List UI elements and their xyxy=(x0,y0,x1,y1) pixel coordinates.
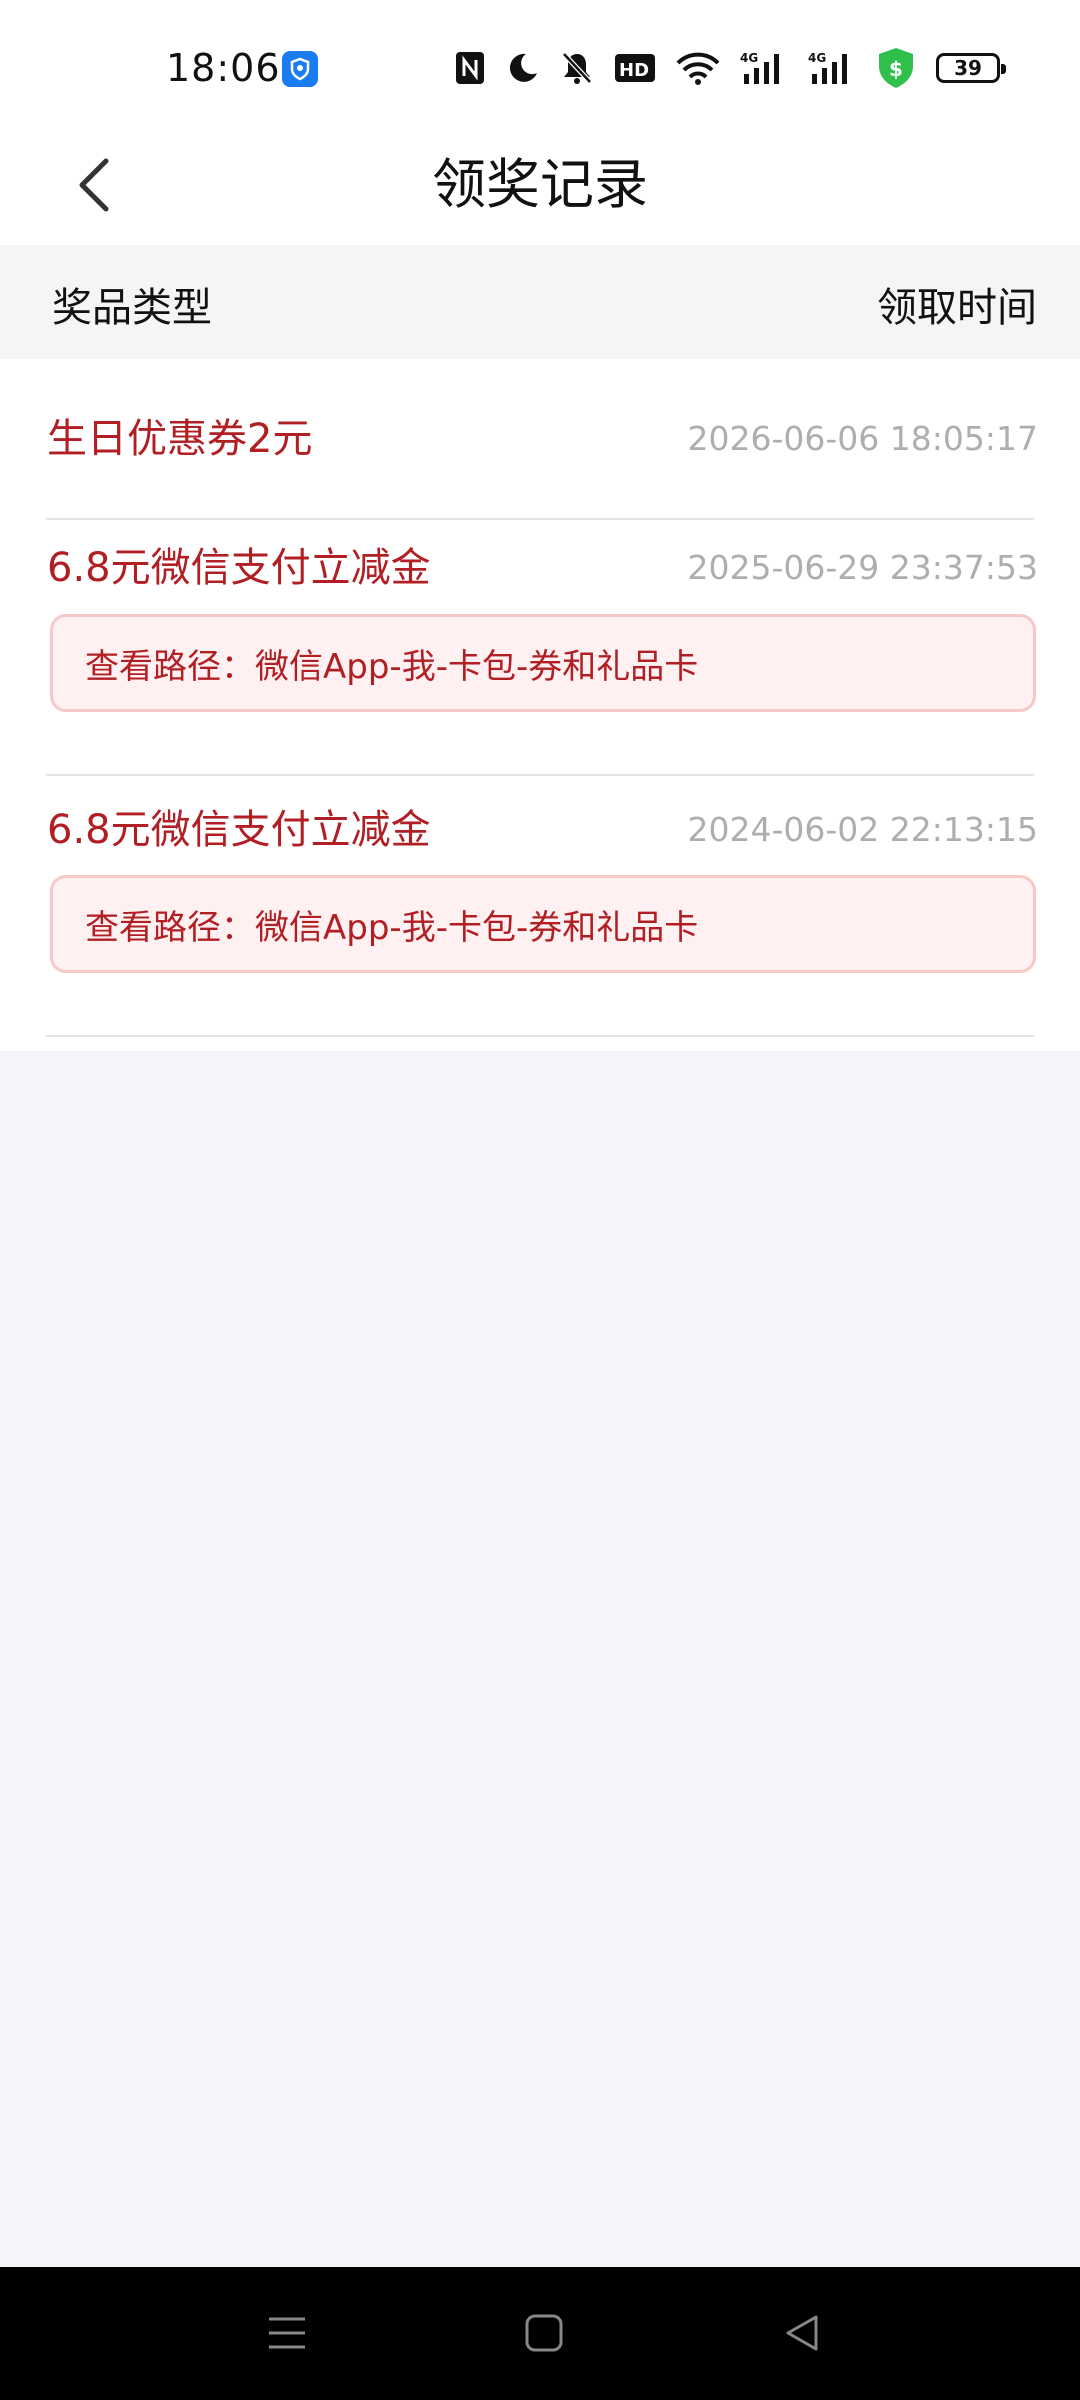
hd-icon: HD xyxy=(614,52,656,84)
home-button[interactable] xyxy=(514,2303,574,2363)
view-path-hint: 查看路径：微信App-我-卡包-券和礼品卡 xyxy=(50,614,1036,712)
home-icon xyxy=(525,2314,563,2352)
back-triangle-icon xyxy=(786,2315,818,2351)
divider xyxy=(46,1035,1034,1037)
column-claim-time: 领取时间 xyxy=(877,285,1037,331)
back-nav-button[interactable] xyxy=(772,2303,832,2363)
list-item: 生日优惠券2元 2026-06-06 18:05:17 xyxy=(0,359,1080,520)
record-claim-time: 2025-06-29 23:37:53 xyxy=(687,548,1038,587)
navigation-bar xyxy=(0,2267,1080,2400)
wifi-icon xyxy=(676,51,720,85)
list-item: 6.8元微信支付立减金 2024-06-02 22:13:15 查看路径：微信A… xyxy=(0,782,1080,1044)
record-prize-name: 生日优惠券2元 xyxy=(47,416,313,462)
page-header: 领奖记录 xyxy=(0,135,1080,245)
signal-4g-icon: 4G xyxy=(740,50,788,86)
app-notification-icon xyxy=(282,51,318,87)
battery-icon: 39 xyxy=(936,53,1006,83)
column-header: 奖品类型 领取时间 xyxy=(0,245,1080,359)
nfc-icon xyxy=(454,50,486,86)
menu-icon xyxy=(269,2317,305,2349)
do-not-disturb-icon xyxy=(506,51,540,85)
status-bar: 18:06 HD 4G 4G $ 39 xyxy=(0,0,1080,135)
svg-text:HD: HD xyxy=(619,60,649,81)
svg-text:$: $ xyxy=(889,57,903,81)
mute-icon xyxy=(560,50,594,86)
status-time: 18:06 xyxy=(166,46,281,90)
record-prize-name: 6.8元微信支付立减金 xyxy=(47,807,431,853)
menu-button[interactable] xyxy=(257,2303,317,2363)
column-prize-type: 奖品类型 xyxy=(52,285,212,331)
view-path-hint: 查看路径：微信App-我-卡包-券和礼品卡 xyxy=(50,875,1036,973)
signal-4g-icon: 4G xyxy=(808,50,856,86)
list-item: 6.8元微信支付立减金 2025-06-29 23:37:53 查看路径：微信A… xyxy=(0,520,1080,782)
status-icons: HD 4G 4G $ 39 xyxy=(454,46,1006,90)
page-title: 领奖记录 xyxy=(432,153,648,216)
record-claim-time: 2026-06-06 18:05:17 xyxy=(687,419,1038,458)
record-claim-time: 2024-06-02 22:13:15 xyxy=(687,810,1038,849)
battery-level: 39 xyxy=(954,56,982,80)
svg-text:4G: 4G xyxy=(740,51,758,65)
record-list: 生日优惠券2元 2026-06-06 18:05:17 6.8元微信支付立减金 … xyxy=(0,359,1080,1051)
security-shield-icon: $ xyxy=(876,46,916,90)
divider xyxy=(46,774,1034,776)
record-prize-name: 6.8元微信支付立减金 xyxy=(47,545,431,591)
svg-text:4G: 4G xyxy=(808,51,826,65)
